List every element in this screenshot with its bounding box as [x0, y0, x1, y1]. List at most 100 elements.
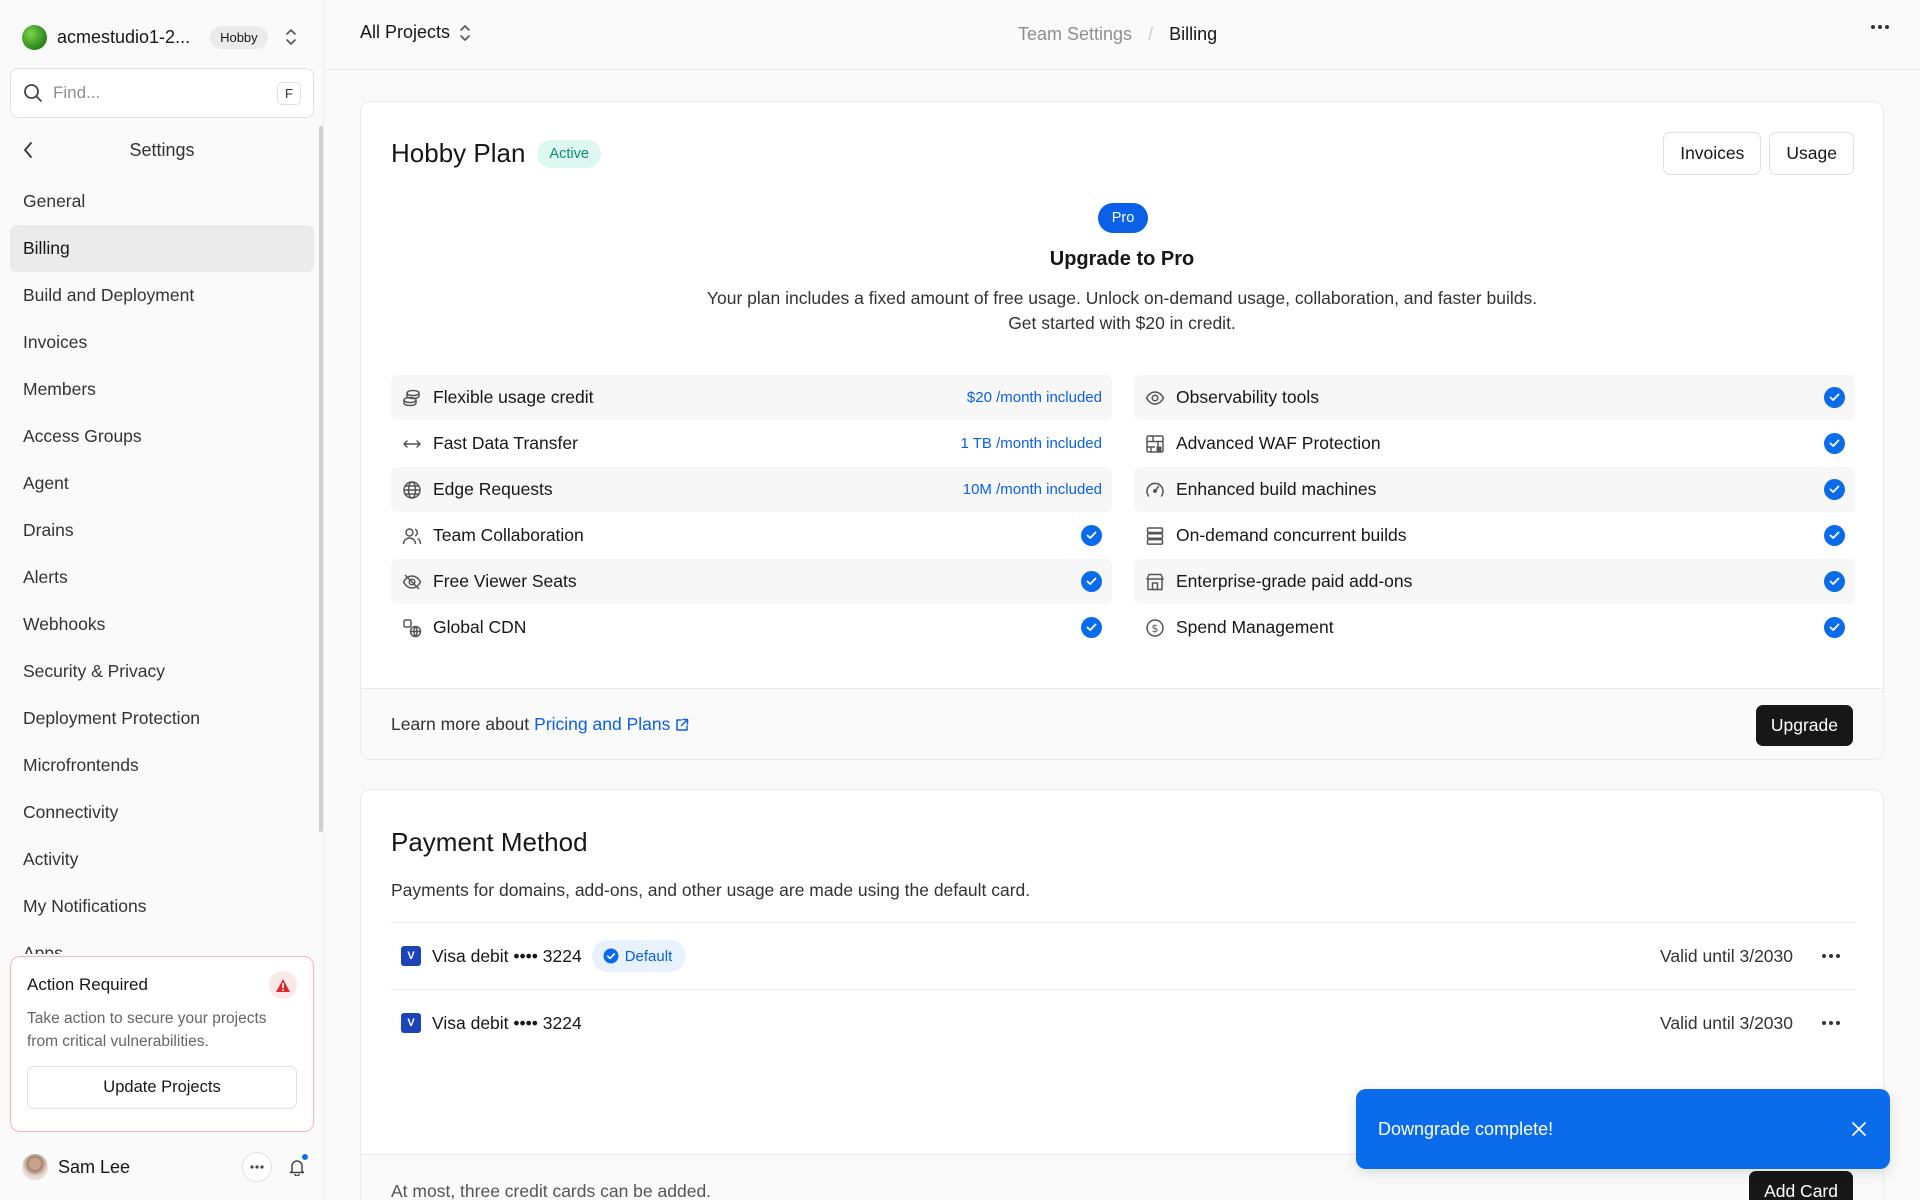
feature-label: Spend Management [1176, 617, 1334, 637]
sidebar-item-microfrontends[interactable]: Microfrontends [10, 742, 314, 789]
feature-label: Global CDN [433, 617, 527, 637]
sidebar-item-alerts[interactable]: Alerts [10, 554, 314, 601]
feature-row: Edge Requests 10M /month included [391, 467, 1112, 512]
sidebar-item-my-notifications[interactable]: My Notifications [10, 883, 314, 930]
sidebar-item-deployment-protection[interactable]: Deployment Protection [10, 695, 314, 742]
all-projects-switcher[interactable]: All Projects [360, 22, 472, 43]
breadcrumb-separator: / [1148, 24, 1154, 44]
feature-row: On-demand concurrent builds [1134, 513, 1855, 558]
card-limit-note: At most, three credit cards can be added… [391, 1181, 712, 1200]
breadcrumb-team-settings[interactable]: Team Settings [1018, 24, 1132, 45]
upgrade-button[interactable]: Upgrade [1755, 705, 1853, 746]
dollar-icon: $ [1144, 617, 1166, 639]
sidebar-item-apps[interactable]: Apps [10, 930, 314, 954]
check-circle-icon [603, 948, 619, 964]
plan-pill: Hobby [210, 25, 268, 49]
more-horizontal-icon[interactable] [1821, 1020, 1841, 1026]
check-icon [1824, 387, 1845, 408]
team-avatar [22, 24, 47, 50]
feature-row: Advanced WAF Protection [1134, 421, 1855, 466]
feature-label: Free Viewer Seats [433, 571, 577, 591]
pricing-plans-link[interactable]: Pricing and Plans [534, 714, 670, 735]
settings-header: Settings [10, 132, 314, 168]
sidebar-scrollbar[interactable] [319, 126, 323, 832]
sidebar: acmestudio1-2... Hobby Find... F Setting… [0, 0, 324, 1200]
more-horizontal-icon[interactable] [1870, 24, 1890, 30]
close-icon[interactable] [1850, 1120, 1868, 1138]
servers-icon [1144, 525, 1166, 547]
sidebar-item-general[interactable]: General [10, 178, 314, 225]
feature-label: Team Collaboration [433, 525, 584, 545]
user-name: Sam Lee [58, 1156, 131, 1177]
feature-row: Fast Data Transfer 1 TB /month included [391, 421, 1112, 466]
plan-footer: Learn more about Pricing and Plans Upgra… [361, 688, 1883, 759]
features-grid: Flexible usage credit $20 /month include… [391, 375, 1855, 651]
feature-row: Enhanced build machines [1134, 467, 1855, 512]
plan-title: Hobby Plan [391, 138, 526, 168]
feature-label: Edge Requests [433, 479, 553, 499]
sidebar-item-activity[interactable]: Activity [10, 836, 314, 883]
breadcrumb: Team Settings / Billing [1018, 24, 1217, 45]
team-switcher[interactable]: acmestudio1-2... Hobby [22, 22, 298, 52]
default-badge: Default [591, 940, 687, 972]
payment-method-description: Payments for domains, add-ons, and other… [391, 880, 1031, 900]
feature-row: Flexible usage credit $20 /month include… [391, 375, 1112, 420]
add-card-button[interactable]: Add Card [1749, 1171, 1853, 1200]
bell-icon[interactable] [282, 1152, 312, 1182]
sidebar-item-drains[interactable]: Drains [10, 507, 314, 554]
plan-actions: Invoices Usage [1663, 132, 1854, 175]
plan-header: Hobby Plan Active [391, 138, 601, 169]
feature-label: Flexible usage credit [433, 387, 594, 407]
chevron-up-down-icon [458, 24, 472, 42]
features-left-column: Flexible usage credit $20 /month include… [391, 375, 1112, 651]
sidebar-item-agent[interactable]: Agent [10, 460, 314, 507]
breadcrumb-billing[interactable]: Billing [1169, 24, 1217, 45]
status-badge: Active [537, 139, 601, 168]
globe-icon [401, 479, 423, 501]
check-icon [1081, 571, 1102, 592]
visa-icon: V [401, 1013, 421, 1033]
eye-icon [1144, 387, 1166, 409]
more-horizontal-icon[interactable] [242, 1152, 272, 1182]
learn-more-text: Learn more about [391, 714, 530, 734]
user-menu[interactable]: Sam Lee [22, 1150, 312, 1184]
invoices-button[interactable]: Invoices [1663, 132, 1762, 175]
check-icon [1824, 479, 1845, 500]
check-icon [1824, 617, 1845, 638]
feature-row: $ Spend Management [1134, 605, 1855, 650]
firewall-icon [1144, 433, 1166, 455]
check-icon [1824, 525, 1845, 546]
arrows-horizontal-icon [401, 433, 423, 455]
warning-icon [269, 971, 297, 999]
search-input[interactable]: Find... F [10, 68, 314, 118]
sidebar-item-build-and-deployment[interactable]: Build and Deployment [10, 272, 314, 319]
settings-title: Settings [129, 139, 195, 160]
card-label: Visa debit •••• 3224 [432, 945, 582, 966]
default-label: Default [624, 947, 673, 965]
sidebar-item-members[interactable]: Members [10, 366, 314, 413]
feature-label: Enhanced build machines [1176, 479, 1377, 499]
settings-nav: General Billing Build and Deployment Inv… [10, 178, 314, 954]
check-icon [1081, 617, 1102, 638]
update-projects-button[interactable]: Update Projects [27, 1065, 297, 1109]
feature-row: Free Viewer Seats [391, 559, 1112, 604]
upgrade-description: Your plan includes a fixed amount of fre… [361, 286, 1883, 336]
sidebar-item-billing[interactable]: Billing [10, 225, 314, 272]
external-link-icon[interactable] [675, 718, 689, 732]
card-valid-until: Valid until 3/2030 [1660, 1012, 1793, 1033]
upgrade-title: Upgrade to Pro [1049, 248, 1195, 270]
plan-card: Hobby Plan Active Invoices Usage Pro Upg… [360, 101, 1884, 760]
sidebar-item-access-groups[interactable]: Access Groups [10, 413, 314, 460]
usage-button[interactable]: Usage [1769, 132, 1854, 175]
sidebar-item-invoices[interactable]: Invoices [10, 319, 314, 366]
more-horizontal-icon[interactable] [1821, 953, 1841, 959]
action-required-card: Action Required Take action to secure yo… [10, 956, 314, 1132]
chevron-up-down-icon[interactable] [284, 28, 298, 46]
sidebar-item-webhooks[interactable]: Webhooks [10, 601, 314, 648]
feature-label: Advanced WAF Protection [1176, 433, 1381, 453]
back-arrow-icon[interactable] [10, 141, 46, 159]
sidebar-item-connectivity[interactable]: Connectivity [10, 789, 314, 836]
eye-off-icon [401, 571, 423, 593]
action-required-text: Take action to secure your projects from… [27, 1010, 267, 1051]
sidebar-item-security-privacy[interactable]: Security & Privacy [10, 648, 314, 695]
